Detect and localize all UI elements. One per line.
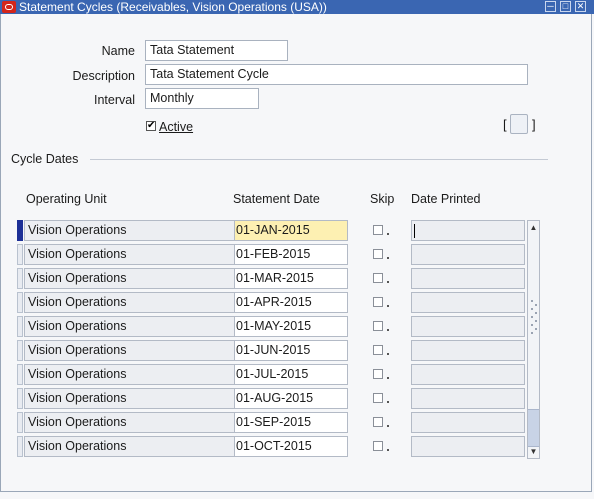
scroll-up-icon[interactable]: ▲ — [528, 221, 539, 234]
date-printed-cell[interactable] — [411, 268, 525, 289]
maximize-icon[interactable]: □ — [560, 1, 571, 12]
table-scrollbar[interactable]: ▲ ▼ — [527, 220, 540, 459]
operating-unit-cell[interactable]: Vision Operations — [24, 364, 237, 385]
skip-checkbox[interactable] — [373, 297, 383, 307]
statement-date-cell[interactable]: 01-SEP-2015 — [234, 412, 348, 433]
descriptive-flexfield-button[interactable] — [510, 114, 528, 134]
col-header-skip: Skip — [370, 192, 395, 206]
name-label: Name — [101, 44, 135, 58]
interval-field[interactable]: Monthly — [145, 88, 259, 109]
operating-unit-cell[interactable]: Vision Operations — [24, 388, 237, 409]
skip-marker — [387, 353, 389, 355]
skip-marker — [387, 329, 389, 331]
operating-unit-cell[interactable]: Vision Operations — [24, 292, 237, 313]
skip-marker — [387, 449, 389, 451]
date-printed-cell[interactable] — [411, 340, 525, 361]
description-field[interactable]: Tata Statement Cycle — [145, 64, 528, 85]
row-indicator[interactable] — [17, 412, 23, 433]
interval-label: Interval — [94, 93, 135, 107]
date-printed-cell[interactable] — [411, 220, 525, 241]
scroll-thumb[interactable] — [528, 409, 539, 447]
skip-checkbox[interactable] — [373, 321, 383, 331]
skip-checkbox[interactable] — [373, 225, 383, 235]
row-indicator[interactable] — [17, 316, 23, 337]
statement-date-cell[interactable]: 01-AUG-2015 — [234, 388, 348, 409]
date-printed-cell[interactable] — [411, 388, 525, 409]
skip-marker — [387, 257, 389, 259]
row-indicator[interactable] — [17, 268, 23, 289]
skip-marker — [387, 401, 389, 403]
statement-date-cell[interactable]: 01-APR-2015 — [234, 292, 348, 313]
operating-unit-cell[interactable]: Vision Operations — [24, 340, 237, 361]
skip-checkbox[interactable] — [373, 441, 383, 451]
skip-marker — [387, 425, 389, 427]
skip-checkbox[interactable] — [373, 417, 383, 427]
statement-date-cell[interactable]: 01-MAY-2015 — [234, 316, 348, 337]
statement-date-cell[interactable]: 01-JUN-2015 — [234, 340, 348, 361]
text-cursor — [414, 224, 415, 238]
operating-unit-cell[interactable]: Vision Operations — [24, 412, 237, 433]
bracket-open: [ — [503, 117, 507, 132]
skip-marker — [387, 233, 389, 235]
skip-checkbox[interactable] — [373, 345, 383, 355]
skip-checkbox[interactable] — [373, 369, 383, 379]
row-indicator[interactable] — [17, 436, 23, 457]
statement-date-cell[interactable]: 01-FEB-2015 — [234, 244, 348, 265]
title-bar: Statement Cycles (Receivables, Vision Op… — [0, 0, 594, 14]
col-header-operating-unit: Operating Unit — [26, 192, 107, 206]
close-icon[interactable]: ✕ — [575, 1, 586, 12]
oracle-logo-icon — [2, 1, 16, 13]
operating-unit-cell[interactable]: Vision Operations — [24, 316, 237, 337]
skip-marker — [387, 305, 389, 307]
skip-checkbox[interactable] — [373, 393, 383, 403]
statement-date-cell[interactable]: 01-MAR-2015 — [234, 268, 348, 289]
cycle-dates-title: Cycle Dates — [11, 152, 79, 166]
skip-marker — [387, 377, 389, 379]
active-label: Active — [159, 120, 194, 134]
section-divider — [90, 159, 548, 160]
row-indicator[interactable] — [17, 244, 23, 265]
operating-unit-cell[interactable]: Vision Operations — [24, 220, 237, 241]
row-indicator[interactable] — [17, 388, 23, 409]
bracket-close: ] — [532, 117, 536, 132]
window-title: Statement Cycles (Receivables, Vision Op… — [19, 0, 327, 14]
operating-unit-cell[interactable]: Vision Operations — [24, 268, 237, 289]
col-header-statement-date: Statement Date — [233, 192, 320, 206]
statement-date-cell[interactable]: 01-OCT-2015 — [234, 436, 348, 457]
date-printed-cell[interactable] — [411, 364, 525, 385]
resize-grip-icon[interactable] — [529, 298, 539, 338]
skip-checkbox[interactable] — [373, 273, 383, 283]
date-printed-cell[interactable] — [411, 292, 525, 313]
description-label: Description — [72, 69, 135, 83]
minimize-icon[interactable]: ─ — [545, 1, 556, 12]
scroll-down-icon[interactable]: ▼ — [528, 445, 539, 458]
row-indicator[interactable] — [17, 340, 23, 361]
col-header-date-printed: Date Printed — [411, 192, 481, 206]
row-indicator[interactable] — [17, 292, 23, 313]
operating-unit-cell[interactable]: Vision Operations — [24, 436, 237, 457]
statement-date-cell[interactable]: 01-JUL-2015 — [234, 364, 348, 385]
skip-checkbox[interactable] — [373, 249, 383, 259]
date-printed-cell[interactable] — [411, 412, 525, 433]
date-printed-cell[interactable] — [411, 436, 525, 457]
row-indicator[interactable] — [17, 364, 23, 385]
row-indicator[interactable] — [17, 220, 23, 241]
date-printed-cell[interactable] — [411, 244, 525, 265]
active-checkbox[interactable]: ✔ — [146, 121, 156, 131]
name-field[interactable]: Tata Statement — [145, 40, 288, 61]
date-printed-cell[interactable] — [411, 316, 525, 337]
operating-unit-cell[interactable]: Vision Operations — [24, 244, 237, 265]
statement-date-cell[interactable]: 01-JAN-2015 — [234, 220, 348, 241]
skip-marker — [387, 281, 389, 283]
